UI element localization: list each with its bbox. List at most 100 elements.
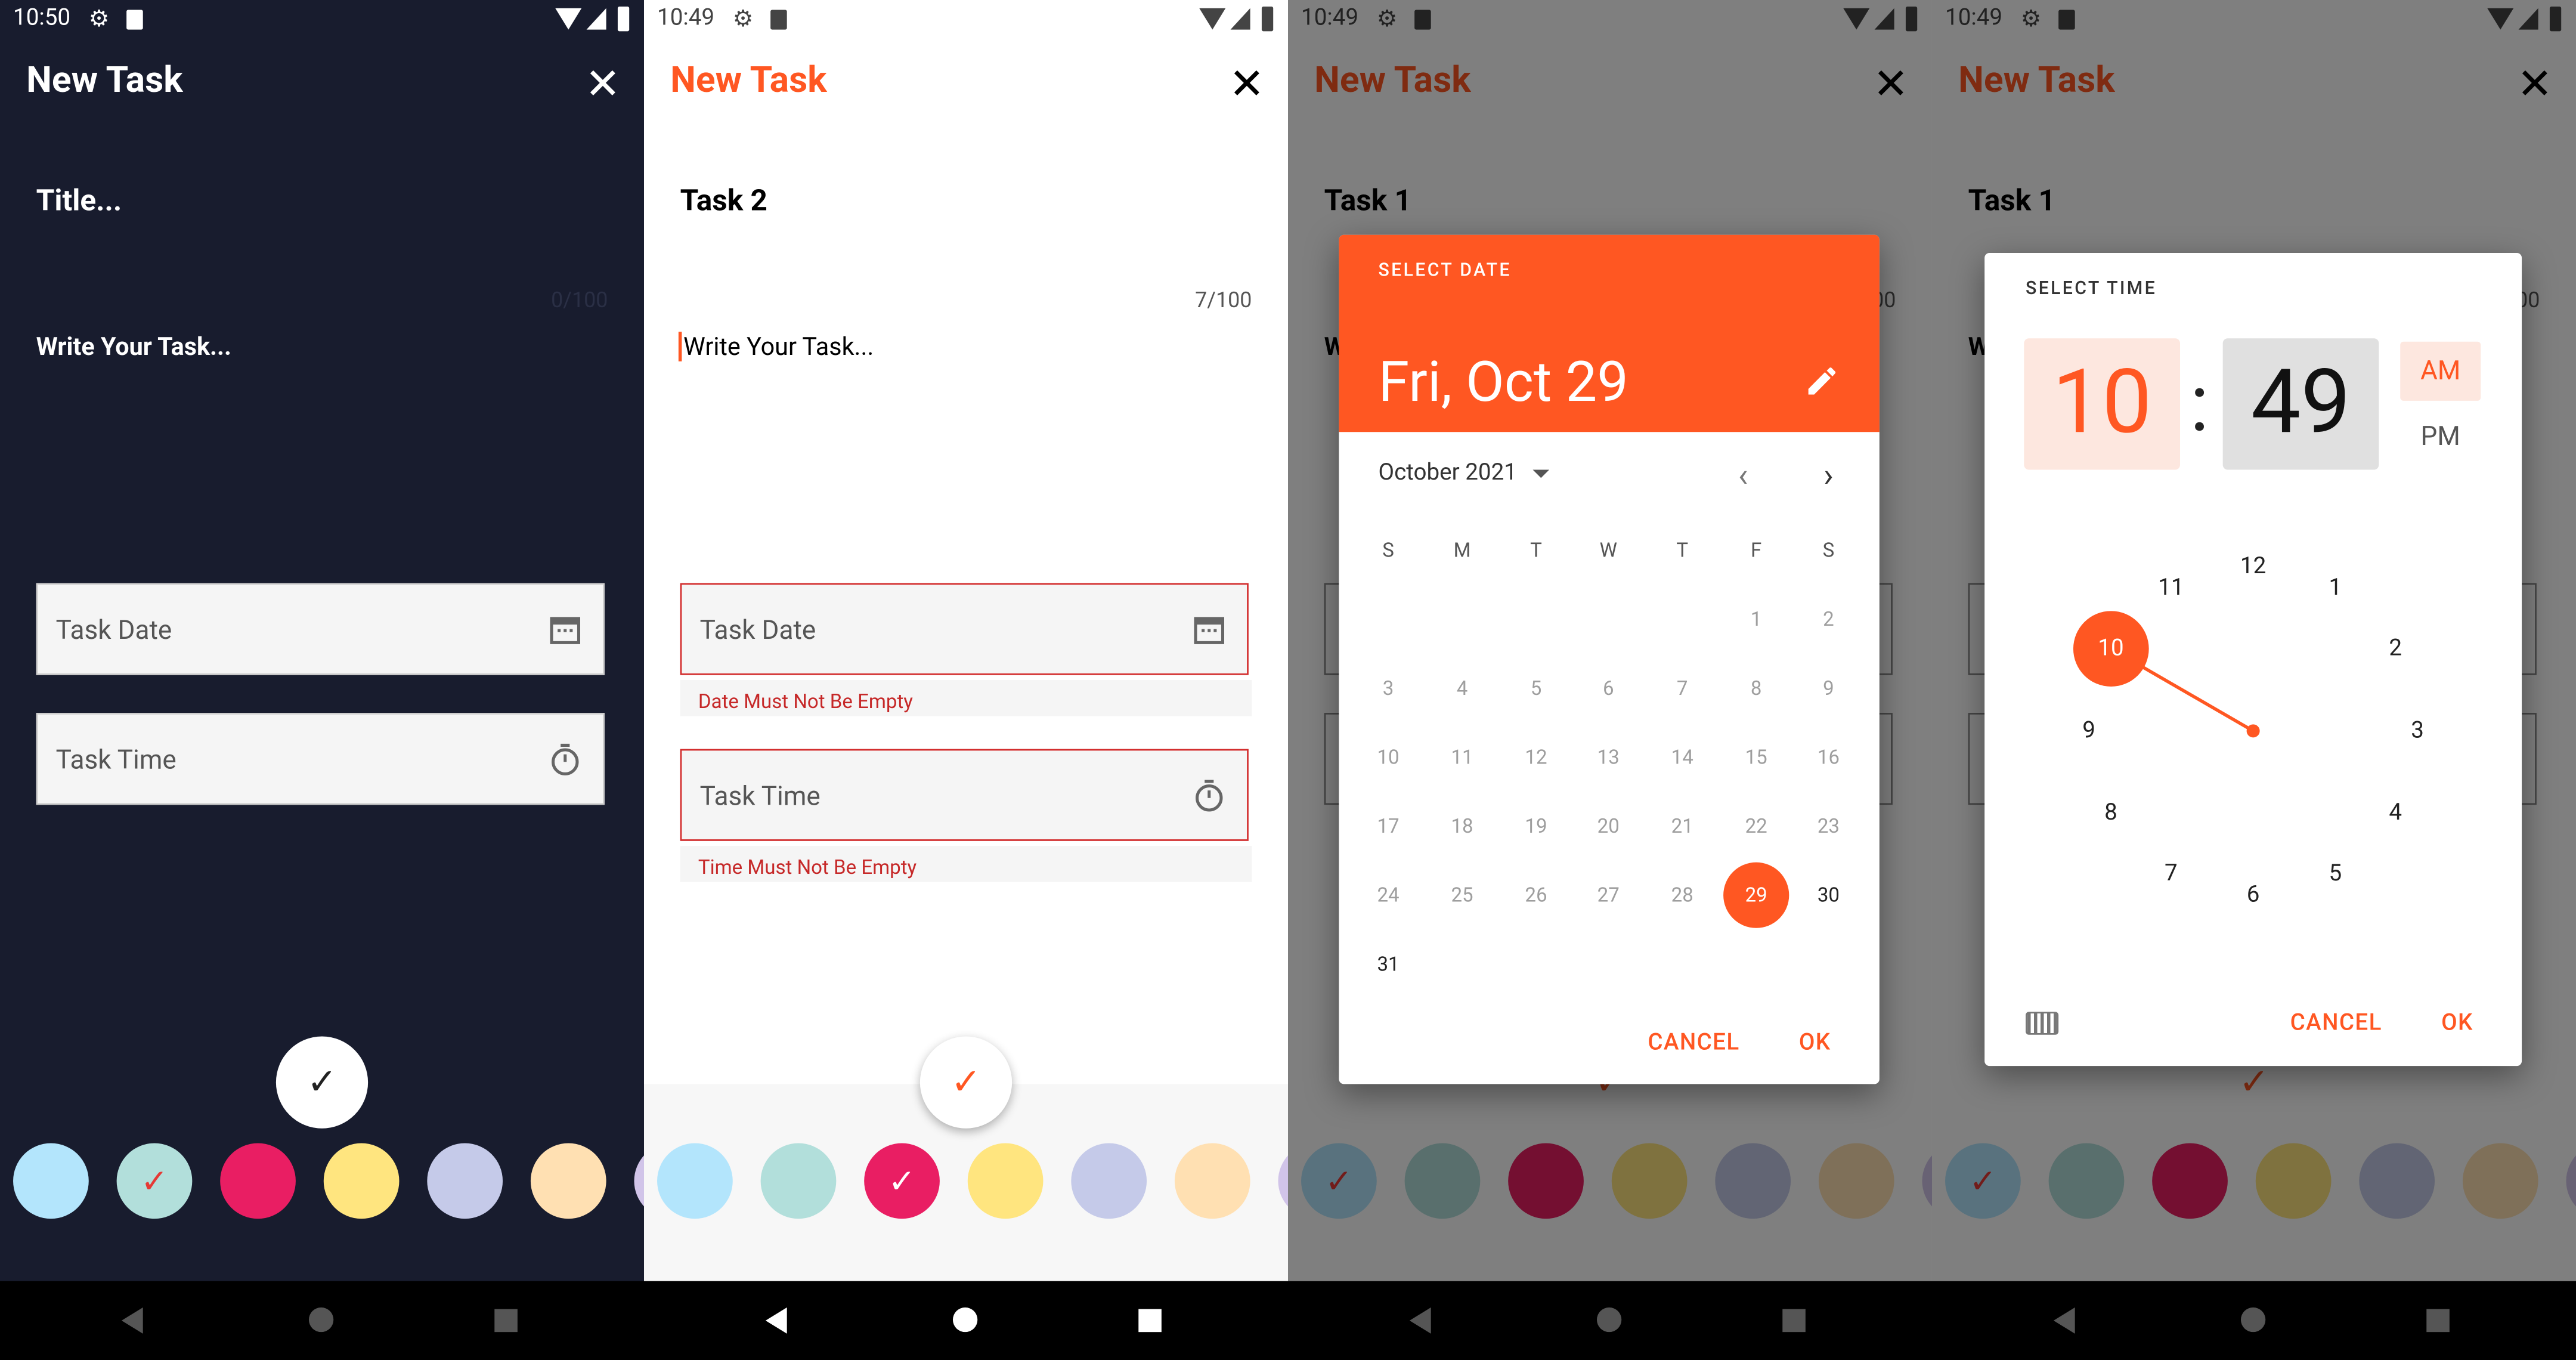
title-input[interactable]: Title... — [36, 184, 122, 218]
back-icon[interactable] — [1409, 1307, 1431, 1334]
calendar-day[interactable]: 3 — [1355, 656, 1421, 721]
back-icon[interactable] — [121, 1307, 143, 1334]
clock-number[interactable]: 11 — [2147, 564, 2196, 614]
calendar-day[interactable]: 11 — [1429, 724, 1495, 790]
nav-group-3 — [1288, 1281, 1932, 1360]
color-swatch[interactable] — [427, 1143, 503, 1219]
calendar-day[interactable]: 30 — [1795, 863, 1861, 928]
keyboard-icon[interactable] — [2026, 1012, 2059, 1035]
task-date-field[interactable]: Task Date — [36, 583, 605, 675]
ok-button[interactable]: OK — [1799, 1030, 1831, 1056]
color-swatch[interactable] — [323, 1143, 400, 1219]
ok-button[interactable]: OK — [2441, 1010, 2473, 1036]
task-input[interactable]: Write Your Task... — [678, 332, 874, 361]
color-swatch[interactable]: ✓ — [864, 1143, 940, 1219]
back-icon[interactable] — [765, 1307, 787, 1334]
calendar-day[interactable]: 26 — [1503, 863, 1569, 928]
home-icon[interactable] — [1596, 1307, 1622, 1333]
save-fab-button[interactable]: ✓ — [919, 1036, 1013, 1129]
clock-number[interactable]: 2 — [2371, 624, 2420, 673]
cancel-button[interactable]: CANCEL — [1648, 1030, 1739, 1056]
close-icon[interactable]: ✕ — [585, 59, 621, 112]
task-time-label: Task Time — [699, 780, 821, 812]
clock-number[interactable]: 10 — [2073, 611, 2149, 687]
sd-card-icon — [770, 10, 787, 30]
screen-new-task-dark: 10:50 ⚙ New Task ✕ Title... 0/100 Write … — [0, 0, 644, 1281]
month-dropdown[interactable]: October 2021 — [1379, 460, 1549, 486]
screen-new-task-errors: 10:49 ⚙ New Task ✕ Task 2 7/100 Write Yo… — [643, 0, 1288, 1281]
calendar-day[interactable]: 31 — [1355, 931, 1421, 997]
calendar-day[interactable]: 8 — [1723, 656, 1789, 721]
calendar-day[interactable]: 1 — [1723, 586, 1789, 652]
calendar-day[interactable]: 25 — [1429, 863, 1495, 928]
color-swatch[interactable] — [1278, 1143, 1288, 1219]
calendar-day[interactable]: 16 — [1795, 724, 1861, 790]
task-time-field[interactable]: Task Time — [680, 749, 1249, 841]
clock-number[interactable]: 7 — [2147, 848, 2196, 898]
home-icon[interactable] — [2240, 1307, 2266, 1333]
weekday-label: F — [1751, 539, 1762, 562]
task-time-field[interactable]: Task Time — [36, 713, 605, 805]
calendar-day[interactable]: 22 — [1723, 793, 1789, 859]
recents-icon[interactable] — [2426, 1309, 2450, 1333]
task-date-field[interactable]: Task Date — [680, 583, 1249, 675]
color-swatch[interactable] — [13, 1143, 89, 1219]
clock-face[interactable]: 12 1 2 3 4 5 6 7 8 9 10 11 — [1984, 253, 2522, 1066]
calendar-day[interactable]: 21 — [1649, 793, 1715, 859]
clock-number[interactable]: 6 — [2228, 870, 2278, 920]
close-icon[interactable]: ✕ — [1229, 59, 1265, 112]
edit-icon[interactable] — [1804, 363, 1840, 400]
recents-icon[interactable] — [1782, 1309, 1806, 1333]
back-icon[interactable] — [2053, 1307, 2075, 1334]
clock-number[interactable]: 9 — [2064, 706, 2114, 756]
status-bar: 10:49 ⚙ — [644, 0, 1288, 39]
calendar-day[interactable]: 2 — [1795, 586, 1861, 652]
color-swatch[interactable] — [967, 1143, 1044, 1219]
calendar-day[interactable]: 29 — [1723, 862, 1789, 928]
color-swatch[interactable] — [657, 1143, 733, 1219]
home-icon[interactable] — [308, 1307, 334, 1333]
calendar-day[interactable]: 19 — [1503, 793, 1569, 859]
calendar-day[interactable]: 7 — [1649, 656, 1715, 721]
home-icon[interactable] — [952, 1307, 978, 1333]
recents-icon[interactable] — [494, 1309, 518, 1333]
color-swatch[interactable] — [1071, 1143, 1147, 1219]
clock-number[interactable]: 4 — [2371, 789, 2420, 838]
calendar-day[interactable]: 6 — [1575, 656, 1641, 721]
calendar-day[interactable]: 18 — [1429, 793, 1495, 859]
calendar-day[interactable]: 15 — [1723, 724, 1789, 790]
title-input[interactable]: Task 2 — [680, 184, 767, 218]
clock-number[interactable]: 8 — [2086, 789, 2136, 838]
clock-number[interactable]: 1 — [2311, 564, 2360, 614]
color-swatch[interactable]: ✓ — [116, 1143, 193, 1219]
calendar-day[interactable]: 9 — [1795, 656, 1861, 721]
color-swatch[interactable] — [634, 1143, 644, 1219]
calendar-day[interactable]: 28 — [1649, 863, 1715, 928]
calendar-day[interactable]: 24 — [1355, 863, 1421, 928]
timer-icon — [552, 743, 579, 775]
calendar-day[interactable]: 17 — [1355, 793, 1421, 859]
task-input[interactable]: Write Your Task... — [36, 332, 231, 361]
save-fab-button[interactable]: ✓ — [275, 1036, 369, 1129]
prev-month-icon[interactable]: ‹ — [1738, 455, 1748, 494]
calendar-day[interactable]: 23 — [1795, 793, 1861, 859]
clock-number[interactable]: 3 — [2393, 706, 2442, 756]
clock-number[interactable]: 12 — [2228, 542, 2278, 592]
cancel-button[interactable]: CANCEL — [2290, 1010, 2382, 1036]
calendar-day[interactable]: 14 — [1649, 724, 1715, 790]
calendar-day[interactable]: 13 — [1575, 724, 1641, 790]
recents-icon[interactable] — [1138, 1309, 1162, 1333]
weekday-label: S — [1382, 539, 1394, 562]
color-swatch[interactable] — [1174, 1143, 1250, 1219]
calendar-day[interactable]: 20 — [1575, 793, 1641, 859]
calendar-day[interactable]: 27 — [1575, 863, 1641, 928]
calendar-day[interactable]: 4 — [1429, 656, 1495, 721]
color-swatch[interactable] — [220, 1143, 296, 1219]
color-swatch[interactable] — [530, 1143, 606, 1219]
calendar-day[interactable]: 5 — [1503, 656, 1569, 721]
next-month-icon[interactable]: › — [1823, 455, 1834, 494]
clock-number[interactable]: 5 — [2311, 848, 2360, 898]
calendar-day[interactable]: 10 — [1355, 724, 1421, 790]
calendar-day[interactable]: 12 — [1503, 724, 1569, 790]
color-swatch[interactable] — [760, 1143, 837, 1219]
